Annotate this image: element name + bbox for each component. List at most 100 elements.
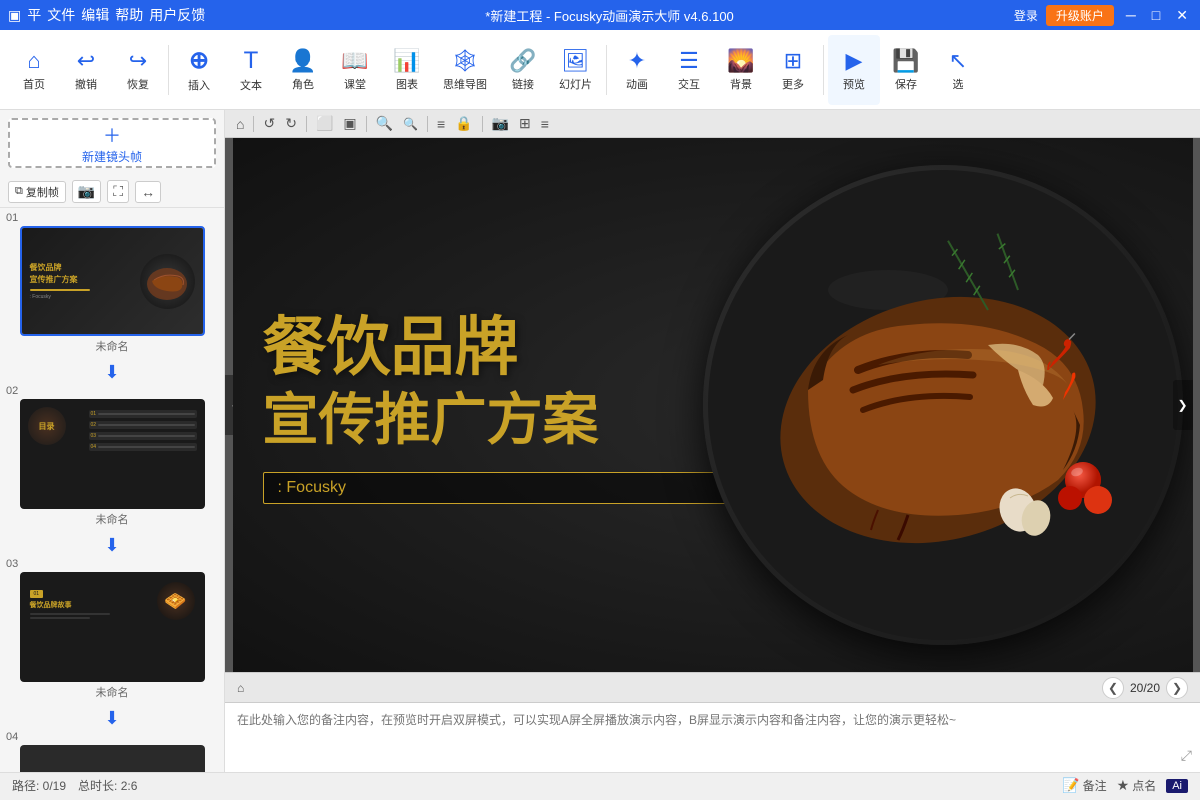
- status-bar: 路径: 0/19 总时长: 2:6 📝 备注 ★ 点名 Ai: [0, 772, 1200, 798]
- canvas-sep-3: [366, 116, 367, 132]
- tool-slide[interactable]: 🖼 幻灯片: [549, 35, 602, 105]
- canvas-home-btn[interactable]: ⌂: [237, 681, 244, 695]
- tool-save[interactable]: 💾 保存: [880, 35, 932, 105]
- menu-feedback[interactable]: 用户反馈: [149, 5, 205, 25]
- copy-frame-button[interactable]: ⧉ 复制帧: [8, 181, 66, 203]
- close-button[interactable]: ✕: [1172, 7, 1192, 24]
- fit-button[interactable]: ↔: [135, 181, 161, 203]
- slide-right-handle[interactable]: ❯: [1173, 380, 1193, 430]
- canvas-home-icon[interactable]: ⌂: [233, 114, 247, 134]
- slide-thumb-3[interactable]: 01 餐饮品牌故事 🧇: [20, 572, 205, 682]
- tool-animation[interactable]: ✦ 动画: [611, 35, 663, 105]
- connector-arrow-2: ⬇: [104, 535, 119, 556]
- login-button[interactable]: 登录: [1014, 7, 1038, 24]
- canvas-align-icon[interactable]: ≡: [434, 114, 448, 134]
- slide-main-title: 餐饮品牌: [263, 306, 741, 385]
- tool-bg[interactable]: 🌄 背景: [715, 35, 767, 105]
- tool-select[interactable]: ↖ 选: [932, 35, 984, 105]
- slide-thumb-4[interactable]: [20, 745, 205, 772]
- slide-panel: ＋ 新建镜头帧 ⧉ 复制帧 📷 ⛶ ↔ 01 餐饮品牌宣传推广方案: [0, 110, 225, 772]
- canvas-frame2-icon[interactable]: ▣: [340, 113, 359, 134]
- canvas-frame-icon[interactable]: ⬜: [313, 113, 336, 134]
- canvas-lock-icon[interactable]: 🔒: [452, 113, 475, 134]
- tool-role[interactable]: 👤 角色: [277, 35, 329, 105]
- tool-chart[interactable]: 📊 图表: [381, 35, 433, 105]
- path-info: 路径: 0/19: [12, 777, 66, 794]
- tool-preview[interactable]: ▶ 预览: [828, 35, 880, 105]
- page-number: 20/20: [1130, 681, 1160, 695]
- canvas-area: ⌂ ↺ ↻ ⬜ ▣ 🔍 🔍 ≡ 🔒 📷 ⊞ ≡ ❮: [225, 110, 1200, 772]
- tool-interact[interactable]: ☰ 交互: [663, 35, 715, 105]
- canvas-more-icon[interactable]: ≡: [538, 114, 552, 134]
- preview-icon: ▶: [846, 48, 863, 74]
- canvas-sep-4: [427, 116, 428, 132]
- expand-notes-icon[interactable]: ⤢: [1181, 747, 1192, 764]
- right-handle-icon: ❯: [1177, 398, 1187, 412]
- tool-insert[interactable]: ⊕ 插入: [173, 35, 225, 105]
- chart-icon: 📊: [393, 48, 420, 74]
- canvas-zoom-in-icon[interactable]: 🔍: [373, 113, 396, 134]
- tool-undo[interactable]: ↩ 撤销: [60, 35, 112, 105]
- minimize-button[interactable]: ─: [1122, 7, 1140, 23]
- brand-text: : Focusky: [278, 479, 346, 496]
- next-page-button[interactable]: ❯: [1166, 677, 1188, 699]
- tool-class[interactable]: 📖 课堂: [329, 35, 381, 105]
- title-bar-left: ▣ 平 文件 编辑 帮助 用户反馈: [8, 5, 205, 25]
- slide-name-2: 未命名: [4, 511, 220, 527]
- new-frame-label: 新建镜头帧: [82, 148, 142, 165]
- new-frame-button[interactable]: ＋ 新建镜头帧: [8, 118, 216, 168]
- more-label: 更多: [782, 76, 804, 92]
- canvas-rotate-left-icon[interactable]: ↺: [260, 113, 278, 134]
- slide-thumb-2[interactable]: 目录 01 02: [20, 399, 205, 509]
- animation-icon: ✦: [628, 48, 646, 74]
- slide-label: 幻灯片: [559, 76, 592, 92]
- copy-toolbar: ⧉ 复制帧 📷 ⛶ ↔: [0, 176, 224, 208]
- notes-button[interactable]: 📝 备注: [1062, 777, 1106, 794]
- canvas-main[interactable]: ❮ 餐饮品牌 宣传推广方案 : Focusky: [225, 138, 1200, 672]
- undo-label: 撤销: [75, 76, 97, 92]
- canvas-rotate-right-icon[interactable]: ↻: [282, 113, 300, 134]
- tool-link[interactable]: 🔗 链接: [497, 35, 549, 105]
- menu-ping[interactable]: 平: [27, 5, 41, 25]
- tool-mindmap[interactable]: 🕸 思维导图: [433, 35, 497, 105]
- connector-arrow-3: ⬇: [104, 708, 119, 729]
- canvas-grid-icon[interactable]: ⊞: [516, 113, 534, 134]
- ai-badge[interactable]: Ai: [1166, 779, 1188, 793]
- duration-info: 总时长: 2:6: [78, 777, 137, 794]
- menu-edit[interactable]: 编辑: [81, 5, 109, 25]
- toolbar-separator-2: [606, 45, 607, 95]
- fullscreen-button[interactable]: ⛶: [107, 180, 129, 203]
- menu-file[interactable]: 文件: [47, 5, 75, 25]
- select-label: 选: [953, 76, 964, 92]
- menu-help[interactable]: 帮助: [115, 5, 143, 25]
- tool-redo[interactable]: ↪ 恢复: [112, 35, 164, 105]
- canvas-screenshot-icon[interactable]: 📷: [489, 113, 512, 134]
- canvas-zoom-out-icon[interactable]: 🔍: [400, 115, 421, 133]
- camera-button[interactable]: 📷: [72, 180, 101, 203]
- preview-label: 预览: [843, 76, 865, 92]
- slide-number-4: 04: [4, 731, 220, 743]
- toolbar: ⌂ 首页 ↩ 撤销 ↪ 恢复 ⊕ 插入 T 文本 👤 角色 📖 课堂 📊 图表 …: [0, 30, 1200, 110]
- connector-arrow-1: ⬇: [104, 362, 119, 383]
- tool-text[interactable]: T 文本: [225, 35, 277, 105]
- notes-btn-label: 备注: [1083, 777, 1107, 794]
- role-label: 角色: [292, 76, 314, 92]
- slide-number-2: 02: [4, 385, 220, 397]
- app-icon: ▣: [8, 7, 21, 24]
- slide-item-1: 01 餐饮品牌宣传推广方案 : Focusky: [4, 212, 220, 354]
- slide-thumb-1[interactable]: 餐饮品牌宣传推广方案 : Focusky: [20, 226, 205, 336]
- slide-canvas: 餐饮品牌 宣传推广方案 : Focusky: [233, 138, 1193, 672]
- bg-icon: 🌄: [727, 48, 754, 74]
- tool-more[interactable]: ⊞ 更多: [767, 35, 819, 105]
- slide-icon: 🖼: [562, 48, 590, 74]
- tool-home[interactable]: ⌂ 首页: [8, 35, 60, 105]
- maximize-button[interactable]: □: [1148, 7, 1164, 23]
- window-title: *新建工程 - Focusky动画演示大师 v4.6.100: [205, 6, 1014, 25]
- text-label: 文本: [240, 77, 262, 93]
- upgrade-button[interactable]: 升级账户: [1046, 5, 1114, 26]
- points-button[interactable]: ★ 点名: [1117, 777, 1157, 794]
- prev-page-button[interactable]: ❮: [1102, 677, 1124, 699]
- notes-textarea[interactable]: [237, 711, 1188, 764]
- more-icon: ⊞: [784, 48, 802, 74]
- slide-brand: : Focusky: [263, 472, 741, 504]
